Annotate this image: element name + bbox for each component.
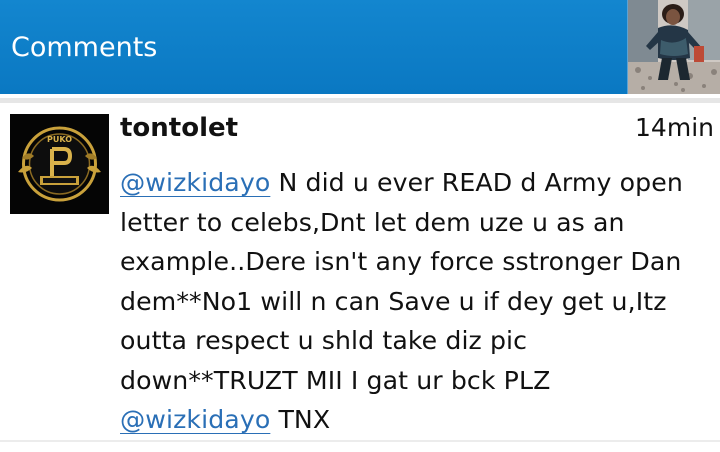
puko-logo-icon: PUKO: [10, 114, 109, 214]
svg-text:PUKO: PUKO: [47, 135, 72, 144]
comment-line: letter to celebs,Dnt let dem uze u as an: [120, 203, 716, 243]
comment-body: @wizkidayo N did u ever READ d Army open…: [120, 163, 716, 440]
comment-text: N did u ever READ d Army open: [270, 168, 683, 197]
comment-line: @wizkidayo N did u ever READ d Army open: [120, 163, 716, 203]
comment-text: outta respect u shld take diz pic: [120, 326, 528, 355]
comment-divider: [0, 440, 720, 442]
comment-text: down**TRUZT MII I gat ur bck PLZ: [120, 365, 551, 395]
comment-text: dem**No1 will n can Save u if dey get u,…: [120, 286, 667, 316]
comment-text: TNX: [270, 405, 331, 434]
comment-timestamp: 14min: [635, 113, 714, 142]
comment-line: dem**No1 will n can Save u if dey get u,…: [120, 282, 716, 322]
comment-text: example..Dere isn't any force sstronger …: [120, 247, 682, 276]
avatar[interactable]: PUKO: [10, 114, 109, 214]
comment-line: outta respect u shld take diz pic: [120, 321, 716, 361]
comment-line: down**TRUZT MII I gat ur bck PLZ: [120, 361, 716, 401]
mention-link[interactable]: @wizkidayo: [120, 168, 270, 197]
comment-text: letter to celebs,Dnt let dem uze u as an: [120, 207, 625, 237]
post-photo-image: [628, 0, 720, 94]
comment-item[interactable]: PUKO tontolet 14min @wizkidayo N did u e…: [0, 103, 720, 443]
mention-link[interactable]: @wizkidayo: [120, 405, 270, 434]
page-title: Comments: [11, 32, 158, 63]
comment-username[interactable]: tontolet: [120, 111, 238, 145]
app-header: Comments: [0, 0, 720, 94]
comment-line: example..Dere isn't any force sstronger …: [120, 242, 716, 282]
comment-line: @wizkidayo TNX: [120, 400, 716, 440]
post-thumbnail[interactable]: [627, 0, 720, 94]
